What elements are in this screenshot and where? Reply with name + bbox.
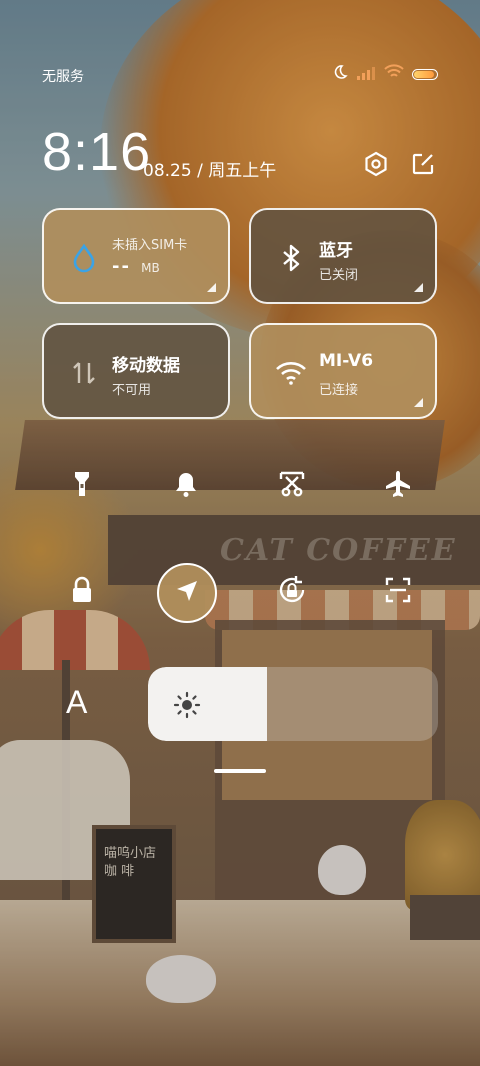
data-arrows-icon — [68, 357, 100, 389]
carrier-status: 无服务 — [42, 69, 84, 85]
moon-icon — [332, 64, 348, 84]
date: 08.25 / 周五上午 — [143, 161, 277, 181]
wifi-network-name: MI-V6 — [319, 351, 374, 371]
scanner-toggle[interactable] — [368, 562, 428, 622]
signal-icon — [356, 65, 376, 84]
bluetooth-tile[interactable]: 蓝牙 已关闭 — [249, 208, 437, 304]
bluetooth-status: 已关闭 — [319, 268, 359, 283]
bluetooth-label: 蓝牙 — [319, 241, 353, 261]
data-usage-unit: MB — [141, 261, 160, 275]
flashlight-toggle[interactable] — [52, 456, 112, 516]
wifi-icon — [275, 357, 307, 389]
battery-icon — [412, 68, 438, 80]
lock-screen-toggle[interactable] — [52, 562, 112, 622]
lock-icon — [70, 576, 94, 608]
rotation-lock-icon — [276, 574, 308, 610]
airplane-icon — [383, 469, 413, 503]
drag-handle[interactable] — [214, 769, 266, 773]
screenshot-toggle[interactable] — [262, 456, 322, 516]
wifi-tile[interactable]: MI-V6 已连接 — [249, 323, 437, 419]
settings-icon[interactable] — [362, 150, 390, 178]
location-toggle[interactable] — [157, 563, 217, 623]
mobile-data-label: 移动数据 — [112, 356, 180, 376]
mobile-data-status: 不可用 — [112, 383, 152, 398]
expand-corner-icon — [414, 398, 423, 407]
rotation-lock-toggle[interactable] — [262, 562, 322, 622]
wifi-status: 已连接 — [319, 383, 359, 398]
scissors-icon — [278, 470, 306, 502]
flashlight-icon — [70, 470, 94, 502]
mobile-data-tile[interactable]: 移动数据 不可用 — [42, 323, 230, 419]
data-usage-value: -- MB — [112, 256, 160, 277]
expand-corner-icon — [207, 283, 216, 292]
brightness-sun-icon — [172, 690, 202, 720]
expand-corner-icon — [414, 283, 423, 292]
auto-brightness-button[interactable]: A — [66, 684, 87, 721]
brightness-fill — [148, 667, 267, 741]
edit-icon[interactable] — [409, 150, 437, 178]
bell-icon — [173, 470, 199, 502]
data-usage-number: -- — [112, 256, 131, 277]
wifi-icon — [384, 64, 404, 84]
sim-status-label: 未插入SIM卡 — [112, 238, 188, 253]
airplane-mode-toggle[interactable] — [368, 456, 428, 516]
status-icons — [332, 64, 438, 84]
bluetooth-icon — [275, 242, 307, 274]
water-drop-icon — [68, 242, 100, 274]
location-arrow-icon — [174, 578, 200, 608]
sound-toggle[interactable] — [156, 456, 216, 516]
clock: 8:16 — [42, 122, 152, 182]
scan-icon — [384, 576, 412, 608]
sim-data-usage-tile[interactable]: 未插入SIM卡 -- MB — [42, 208, 230, 304]
